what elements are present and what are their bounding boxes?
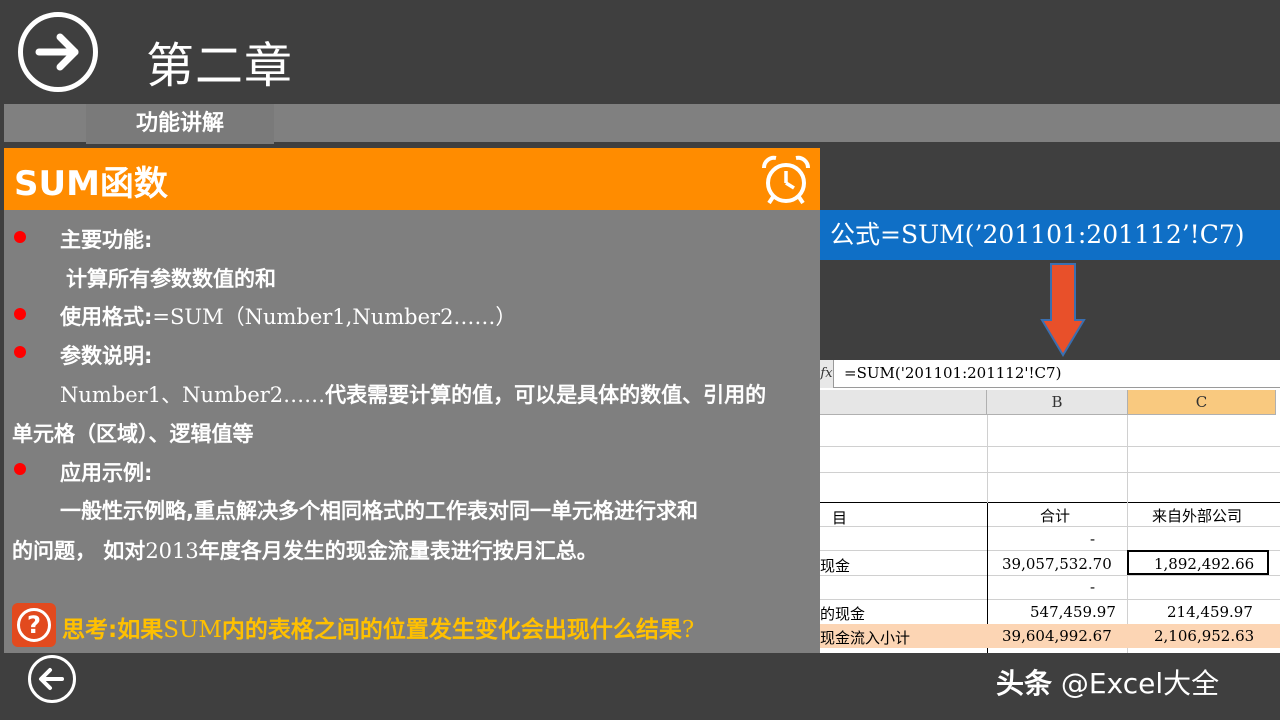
formula-bar-text: =SUM('201101:201112'!C7)	[844, 364, 1062, 382]
chapter-title: 第二章	[146, 38, 294, 94]
arrow-right-icon	[35, 33, 79, 71]
params-text-1b: 代表需要计算的值，可以是具体的数值、引用的	[325, 383, 767, 407]
grid-line	[820, 575, 1280, 576]
formula-bar[interactable]: fx =SUM('201101:201112'!C7)	[820, 360, 1280, 388]
bullet-dot	[14, 231, 26, 243]
example-text-2c: 年度各月发生的现金流量表进行按月汇总。	[198, 539, 598, 563]
cell-row1-b[interactable]: -	[1090, 530, 1095, 548]
question-badge: ?	[12, 603, 56, 647]
example-line-1: 一般性示例略,重点解决多个相同格式的工作表对同一单元格进行求和	[60, 499, 698, 523]
grid-line	[820, 599, 1280, 600]
example-line-2: 的问题， 如对2013年度各月发生的现金流量表进行按月汇总。	[12, 535, 598, 565]
usage-line: 使用格式:=SUM（Number1,Number2……）	[60, 301, 516, 331]
cell-header-c[interactable]: 来自外部公司	[1152, 505, 1242, 526]
params-line-2: 单元格（区域）、逻辑值等	[12, 422, 254, 446]
example-label: 应用示例:	[60, 461, 153, 485]
column-header-b[interactable]: B	[987, 390, 1128, 415]
watermark: 头条 @Excel大全	[996, 662, 1219, 702]
grid-line	[1127, 415, 1128, 503]
back-nav-button[interactable]	[28, 655, 76, 703]
think-question: 思考:如果SUM内的表格之间的位置发生变化会出现什么结果?	[62, 610, 694, 644]
function-header: SUM函数	[4, 148, 820, 210]
section-label: 功能讲解	[86, 104, 274, 144]
spreadsheet-view: fx =SUM('201101:201112'!C7) B C 目 合计 来自外…	[820, 360, 1280, 653]
fx-icon: fx	[820, 360, 834, 388]
think-text-b: SUM	[163, 617, 222, 643]
bullet-dot	[14, 308, 26, 320]
formula-caption: 公式=SUM(’201101:201112’!C7)	[820, 210, 1280, 260]
arrow-left-icon	[39, 668, 64, 690]
grid-line	[820, 502, 1280, 503]
column-header-a[interactable]	[820, 390, 987, 415]
alarm-clock-icon	[762, 155, 810, 205]
watermark-handle: @Excel大全	[1060, 667, 1220, 700]
bullet-dot	[14, 463, 26, 475]
selected-cell	[1127, 550, 1269, 575]
grid-line	[820, 472, 1280, 473]
column-header-c[interactable]: C	[1128, 390, 1276, 415]
params-label: 参数说明:	[60, 344, 153, 368]
question-mark-icon: ?	[17, 608, 51, 642]
think-text-c: 内的表格之间的位置发生变化会出现什么结果	[221, 617, 682, 643]
usage-text: =SUM（Number1,Number2……）	[152, 305, 517, 329]
cell-header-a[interactable]: 目	[832, 507, 847, 528]
params-text-1a: Number1、Number2……	[60, 383, 326, 407]
example-text-2a: 的问题， 如对	[12, 539, 146, 563]
cell-header-b[interactable]: 合计	[1040, 505, 1070, 526]
grid-line	[987, 415, 988, 503]
cell-row3-b[interactable]: -	[1090, 578, 1095, 596]
usage-label: 使用格式:	[60, 305, 153, 329]
function-title: SUM函数	[14, 164, 168, 204]
think-text-d: ?	[681, 617, 695, 643]
params-line-1: Number1、Number2……代表需要计算的值，可以是具体的数值、引用的	[60, 379, 766, 409]
main-function-label: 主要功能:	[60, 228, 153, 252]
grid-line	[820, 446, 1280, 447]
cell-row5-b[interactable]: 39,604,992.67	[1002, 627, 1112, 645]
think-text-a: 思考:如果	[62, 617, 164, 643]
cell-row4-c[interactable]: 214,459.97	[1167, 603, 1253, 621]
cell-row2-a[interactable]: 现金	[820, 555, 850, 576]
example-text-2b: 2013	[145, 539, 199, 563]
cell-row5-a[interactable]: 现金流入小计	[820, 627, 910, 648]
forward-nav-button[interactable]	[18, 12, 98, 92]
bullet-dot	[14, 346, 26, 358]
arrow-down-icon	[1040, 263, 1086, 357]
main-function-text: 计算所有参数数值的和	[66, 267, 276, 291]
cell-row4-a[interactable]: 的现金	[820, 603, 865, 624]
content-panel: 主要功能: 计算所有参数数值的和 使用格式:=SUM（Number1,Numbe…	[4, 210, 820, 653]
cell-row4-b[interactable]: 547,459.97	[1030, 603, 1116, 621]
grid-line	[820, 526, 1280, 527]
cell-row2-b[interactable]: 39,057,532.70	[1002, 555, 1112, 573]
watermark-brand: 头条	[996, 667, 1053, 700]
cell-row5-c[interactable]: 2,106,952.63	[1154, 627, 1254, 645]
